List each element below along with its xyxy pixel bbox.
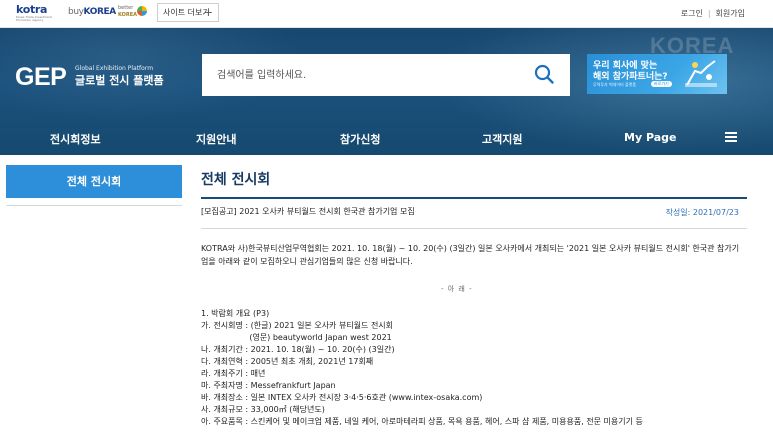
list-item: 바. 개최장소 : 일본 INTEX 오사카 전시장 3·4·5·6호관 (ww…: [201, 393, 483, 402]
list-item: 사. 개최규모 : 33,000㎡ (해당년도): [201, 405, 325, 414]
title-divider: [201, 197, 747, 199]
nav-item-support[interactable]: 지원안내: [196, 131, 236, 147]
signup-link[interactable]: 회원가입: [716, 9, 745, 18]
gep-logo-text: GEP: [15, 63, 67, 91]
kotra-logo-sub: Korea Trade-Investment Promotion Agency: [16, 15, 52, 22]
list-item: (영문) beautyworld Japan west 2021: [201, 333, 392, 342]
post-divider: [201, 228, 747, 229]
post-date: 작성일: 2021/07/23: [665, 208, 739, 217]
buykorea-logo[interactable]: buyKOREA: [68, 7, 116, 17]
search-input[interactable]: [202, 54, 522, 96]
nav-item-apply[interactable]: 참가신청: [340, 131, 380, 147]
promo-banner[interactable]: 우리 회사에 맞는 해외 참가파트너는? 무역투자 빅데이터 플랫폼 바로가기: [587, 54, 727, 94]
nav-item-my-page[interactable]: My Page: [624, 131, 676, 144]
better-logo-mark: [137, 6, 147, 16]
gep-logo[interactable]: GEP Global Exhibition Platform 글로벌 전시 플랫…: [15, 63, 164, 92]
divider: |: [707, 9, 711, 18]
search-icon[interactable]: [534, 64, 554, 84]
sidebar-item-all-exhibitions[interactable]: 전체 전시회: [6, 165, 182, 198]
kotra-logo[interactable]: kotra Korea Trade-Investment Promotion A…: [16, 4, 58, 24]
list-item: 다. 개최연혁 : 2005년 최초 개최, 2021년 17회째: [201, 357, 374, 366]
search-box: [202, 54, 570, 96]
list-item: 마. 주최자명 : Messefrankfurt Japan: [201, 381, 336, 390]
site-header: KOREA GEP Global Exhibition Platform 글로벌…: [0, 28, 773, 155]
top-utility-bar: kotra Korea Trade-Investment Promotion A…: [0, 0, 773, 28]
gep-logo-sub-en: Global Exhibition Platform: [75, 65, 154, 72]
gep-logo-sub-ko: 글로벌 전시 플랫폼: [75, 74, 164, 87]
site-more-button[interactable]: 사이트 더보기 +: [157, 3, 219, 22]
section-separator: - 아 래 -: [441, 285, 473, 293]
main-nav: 전시회정보 지원안내 참가신청 고객지원 My Page: [0, 123, 773, 155]
nav-item-exhibition-info[interactable]: 전시회정보: [50, 131, 101, 147]
hamburger-menu-icon[interactable]: [725, 132, 737, 143]
page-title: 전체 전시회: [201, 172, 271, 188]
sidebar-divider: [6, 205, 182, 206]
handshake-icon: [685, 60, 717, 87]
kotra-logo-text: kotra: [16, 3, 48, 16]
banner-pill: 바로가기: [651, 81, 672, 87]
list-item: 아. 주요품목 : 스킨케어 및 메이크업 제품, 네일 케어, 아로마테라피 …: [201, 417, 643, 426]
plus-icon: +: [203, 6, 213, 19]
post-intro: KOTRA와 사)한국뷰티산업무역협회는 2021. 10. 18(월) ~ 1…: [201, 244, 740, 266]
account-links: 로그인 | 회원가입: [681, 8, 745, 19]
post-title: [모집공고] 2021 오사카 뷰티월드 전시회 한국관 참가기업 모집: [201, 207, 415, 216]
list-item: 1. 박람회 개요 (P3): [201, 309, 270, 318]
list-item: 라. 개최주기 : 매년: [201, 369, 266, 378]
nav-item-customer-support[interactable]: 고객지원: [482, 131, 522, 147]
buykorea-logo-b: KOREA: [83, 7, 117, 17]
list-item: 가. 전시회명 : (한글) 2021 일본 오사카 뷰티월드 전시회: [201, 321, 394, 330]
login-link[interactable]: 로그인: [681, 9, 703, 18]
buykorea-logo-a: buy: [68, 7, 84, 17]
site-more-label: 사이트 더보기: [163, 8, 210, 17]
overview-list: 1. 박람회 개요 (P3) 가. 전시회명 : (한글) 2021 일본 오사…: [201, 308, 643, 428]
list-item: 나. 개최기간 : 2021. 10. 18(월) ~ 10. 20(수) (3…: [201, 345, 395, 354]
better-korea-logo[interactable]: better KOREA: [118, 5, 150, 23]
banner-line3: 무역투자 빅데이터 플랫폼: [593, 82, 637, 87]
